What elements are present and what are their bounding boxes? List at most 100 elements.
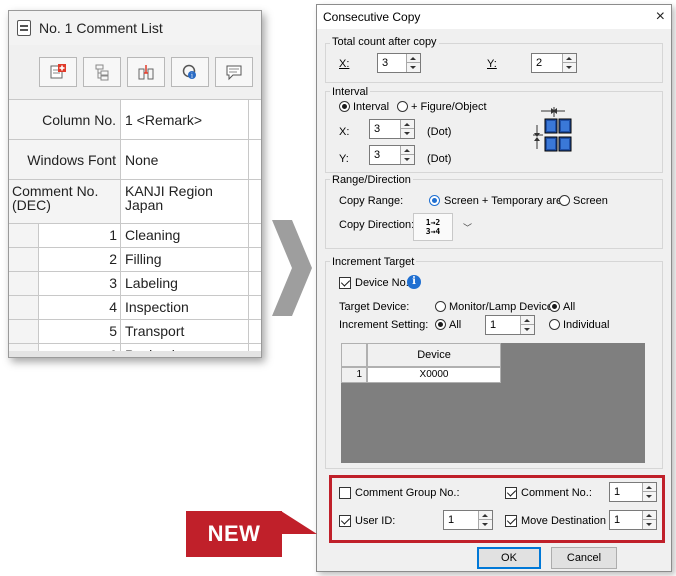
comment-group-label: Comment Group No.: bbox=[355, 487, 460, 499]
increment-all-radio[interactable] bbox=[435, 319, 446, 330]
spin-arrows-icon[interactable] bbox=[406, 54, 420, 72]
column-no-value[interactable]: 1 <Remark> bbox=[121, 100, 249, 139]
screen-temporary-radio[interactable] bbox=[429, 195, 440, 206]
grid-corner bbox=[341, 343, 367, 367]
table-row[interactable]: 5 Transport bbox=[9, 320, 261, 344]
user-id-stepper[interactable]: 1 bbox=[443, 510, 493, 530]
user-id-checkbox[interactable] bbox=[339, 515, 351, 527]
windows-font-label: Windows Font bbox=[9, 140, 121, 179]
move-destination-checkbox[interactable] bbox=[505, 515, 517, 527]
interval-y-stepper[interactable]: 3 bbox=[369, 145, 415, 165]
comment-number: 1 bbox=[39, 224, 121, 247]
interval-x-stepper[interactable]: 3 bbox=[369, 119, 415, 139]
interval-y-label: Y: bbox=[339, 153, 349, 165]
device-button[interactable] bbox=[127, 57, 165, 87]
total-count-label: Total count after copy bbox=[330, 36, 439, 48]
row-selector[interactable] bbox=[9, 248, 39, 271]
copy-direction-label: Copy Direction: bbox=[339, 219, 415, 231]
new-callout-pointer bbox=[281, 511, 317, 534]
grid-row-number: 1 bbox=[341, 367, 367, 383]
comment-number: 4 bbox=[39, 296, 121, 319]
spin-arrows-icon[interactable] bbox=[400, 146, 414, 164]
figure-object-option-label: + Figure/Object bbox=[411, 101, 487, 113]
total-y-label: Y: bbox=[487, 58, 497, 70]
screen-temporary-label: Screen + Temporary area bbox=[444, 195, 569, 207]
individual-radio[interactable] bbox=[549, 319, 560, 330]
comment-no-value: 1 bbox=[614, 486, 621, 498]
comment-number: 2 bbox=[39, 248, 121, 271]
increment-value: 1 bbox=[490, 319, 497, 331]
table-row[interactable]: 3 Labeling bbox=[9, 272, 261, 296]
comment-icon bbox=[226, 65, 242, 81]
spin-arrows-icon[interactable] bbox=[520, 316, 534, 334]
horizontal-scrollbar[interactable] bbox=[9, 351, 261, 357]
comment-text[interactable]: Labeling bbox=[121, 272, 249, 295]
move-destination-value: 1 bbox=[614, 514, 621, 526]
close-icon[interactable]: × bbox=[656, 8, 665, 26]
copy-range-label: Copy Range: bbox=[339, 195, 404, 207]
monitor-lamp-radio[interactable] bbox=[435, 301, 446, 312]
increment-stepper[interactable]: 1 bbox=[485, 315, 535, 335]
interval-option-label: Interval bbox=[353, 101, 390, 113]
device-cell[interactable]: X0000 bbox=[367, 367, 501, 383]
device-column-header: Device bbox=[367, 343, 501, 367]
total-y-stepper[interactable]: 2 bbox=[531, 53, 577, 73]
increment-target-label: Increment Target bbox=[330, 256, 417, 268]
row-selector[interactable] bbox=[9, 272, 39, 295]
target-all-radio[interactable] bbox=[549, 301, 560, 312]
range-direction-label: Range/Direction bbox=[330, 174, 413, 186]
comment-no-header-line1: Comment No. bbox=[12, 183, 99, 199]
target-device-label: Target Device: bbox=[339, 301, 410, 313]
info-search-icon: i bbox=[182, 64, 196, 80]
total-x-label: X: bbox=[339, 58, 350, 70]
spin-arrows-icon[interactable] bbox=[642, 511, 656, 529]
comment-number: 3 bbox=[39, 272, 121, 295]
comment-list-title: No. 1 Comment List bbox=[39, 20, 163, 36]
interval-radio[interactable] bbox=[339, 101, 350, 112]
info-search-button[interactable]: i bbox=[171, 57, 209, 87]
windows-font-value[interactable]: None bbox=[121, 140, 249, 179]
comment-text[interactable]: Inspection bbox=[121, 296, 249, 319]
table-row[interactable]: 1 Cleaning bbox=[9, 224, 261, 248]
comment-text[interactable]: Transport bbox=[121, 320, 249, 343]
comment-group-checkbox[interactable] bbox=[339, 487, 351, 499]
tree-button[interactable] bbox=[83, 57, 121, 87]
info-icon[interactable]: i bbox=[407, 275, 421, 289]
comment-text[interactable]: Filling bbox=[121, 248, 249, 271]
interval-y-unit: (Dot) bbox=[427, 153, 452, 165]
comment-list-titlebar: No. 1 Comment List bbox=[9, 11, 261, 45]
increment-all-label: All bbox=[449, 319, 462, 331]
row-selector[interactable] bbox=[9, 320, 39, 343]
add-row-button[interactable] bbox=[39, 57, 77, 87]
chevron-down-icon[interactable]: ﹀ bbox=[463, 221, 472, 234]
screen-radio[interactable] bbox=[559, 195, 570, 206]
total-x-stepper[interactable]: 3 bbox=[377, 53, 421, 73]
comment-button[interactable] bbox=[215, 57, 253, 87]
comment-list-window: No. 1 Comment List i Column No. 1 <Remar… bbox=[8, 10, 262, 358]
column-no-label: Column No. bbox=[9, 100, 121, 139]
comment-no-label: Comment No.: bbox=[521, 487, 592, 499]
cancel-button[interactable]: Cancel bbox=[551, 547, 617, 569]
device-no-checkbox[interactable] bbox=[339, 277, 351, 289]
move-destination-stepper[interactable]: 1 bbox=[609, 510, 657, 530]
device-icon bbox=[138, 65, 154, 80]
device-no-label: Device No. bbox=[355, 277, 409, 289]
region-header-line1: KANJI Region bbox=[125, 183, 213, 199]
tree-icon bbox=[95, 64, 109, 81]
row-selector[interactable] bbox=[9, 224, 39, 247]
table-row[interactable]: 4 Inspection bbox=[9, 296, 261, 320]
comment-no-stepper[interactable]: 1 bbox=[609, 482, 657, 502]
region-header: KANJI Region Japan bbox=[121, 180, 249, 223]
spin-arrows-icon[interactable] bbox=[642, 483, 656, 501]
table-row[interactable]: 2 Filling bbox=[9, 248, 261, 272]
spin-arrows-icon[interactable] bbox=[562, 54, 576, 72]
copy-direction-dropdown[interactable]: 1→2 3→4 bbox=[413, 213, 453, 241]
figure-object-radio[interactable] bbox=[397, 101, 408, 112]
ok-button[interactable]: OK bbox=[477, 547, 541, 569]
spin-arrows-icon[interactable] bbox=[478, 511, 492, 529]
comment-no-checkbox[interactable] bbox=[505, 487, 517, 499]
spin-arrows-icon[interactable] bbox=[400, 120, 414, 138]
row-selector[interactable] bbox=[9, 296, 39, 319]
comment-no-header-row: Comment No. (DEC) KANJI Region Japan bbox=[9, 180, 261, 224]
comment-text[interactable]: Cleaning bbox=[121, 224, 249, 247]
